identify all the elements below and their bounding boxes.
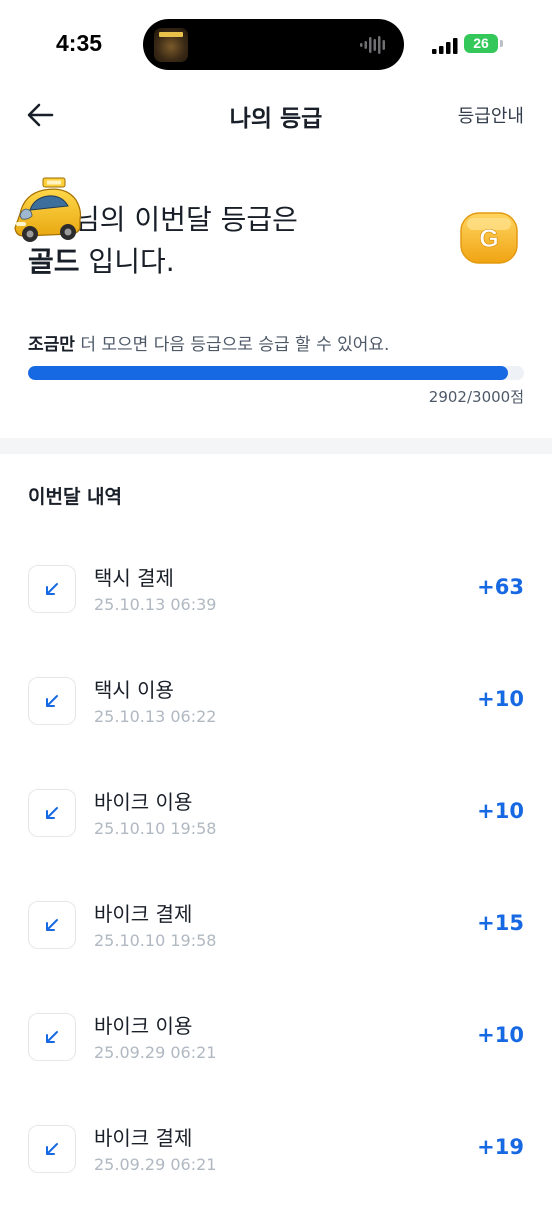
list-item-title: 바이크 이용 (94, 790, 193, 814)
dynamic-island (143, 19, 404, 70)
list-item-date: 25.10.13 06:39 (94, 595, 217, 614)
list-item[interactable]: 택시 결제 25.10.13 06:39 +63 (0, 533, 552, 645)
list-item[interactable]: 바이크 결제 25.10.10 19:58 +15 (0, 869, 552, 981)
list-item-points: +19 (477, 1135, 524, 1159)
grade-progress-bar (28, 366, 524, 380)
progress-emphasis: 조금만 (28, 335, 75, 355)
progress-message: 조금만 더 모으면 다음 등급으로 승급 할 수 있어요. (28, 330, 389, 355)
arrow-down-left-icon (28, 565, 76, 613)
list-item-title: 택시 이용 (94, 678, 174, 702)
list-item-points: +10 (477, 687, 524, 711)
audio-waveform-icon (360, 36, 385, 54)
app-header: 나의 등급 등급안내 (0, 90, 552, 140)
battery-level: 26 (464, 34, 498, 53)
list-item-points: +15 (477, 911, 524, 935)
list-item[interactable]: 바이크 결제 25.09.29 06:21 +19 (0, 1093, 552, 1205)
list-item-date: 25.09.29 06:21 (94, 1043, 217, 1062)
battery-icon (500, 40, 503, 47)
cellular-signal-icon (432, 38, 458, 54)
list-item-date: 25.10.13 06:22 (94, 707, 217, 726)
grade-summary: 님의 이번달 등급은 골드 입니다. G 조금만 더 모으면 다음 등급으로 승… (0, 170, 552, 430)
list-item-title: 바이크 결제 (94, 1126, 193, 1150)
progress-message-text: 더 모으면 다음 등급으로 승급 할 수 있어요. (74, 335, 390, 355)
grade-heading-text: 님의 이번달 등급은 (74, 203, 298, 236)
grade-name: 골드 (28, 245, 80, 278)
arrow-down-left-icon (28, 677, 76, 725)
progress-count: 2902/3000점 (428, 388, 524, 406)
taxi-icon (14, 177, 82, 242)
list-item-title: 바이크 결제 (94, 902, 193, 926)
gold-badge-letter: G (479, 225, 498, 253)
grade-guide-link[interactable]: 등급안내 (458, 102, 524, 128)
now-playing-artwork (154, 28, 188, 62)
arrow-down-left-icon (28, 901, 76, 949)
list-item-points: +10 (477, 799, 524, 823)
arrow-down-left-icon (28, 1125, 76, 1173)
list-item-date: 25.10.10 19:58 (94, 819, 217, 838)
arrow-down-left-icon (28, 1013, 76, 1061)
history-title: 이번달 내역 (28, 486, 123, 508)
list-item[interactable]: 바이크 이용 25.09.29 06:21 +10 (0, 981, 552, 1093)
arrow-down-left-icon (28, 789, 76, 837)
list-item[interactable]: 바이크 이용 25.10.10 19:58 +10 (0, 757, 552, 869)
status-bar: 4:35 26 (0, 0, 552, 90)
list-item-date: 25.09.29 06:21 (94, 1155, 217, 1174)
list-item-title: 바이크 이용 (94, 1014, 193, 1038)
list-item-date: 25.10.10 19:58 (94, 931, 217, 950)
grade-result: 골드 입니다. (28, 240, 175, 280)
list-item-title: 택시 결제 (94, 566, 174, 590)
history-list: 택시 결제 25.10.13 06:39 +63 택시 이용 25.10.13 … (0, 533, 552, 1205)
list-item-points: +10 (477, 1023, 524, 1047)
grade-progress-fill (28, 366, 508, 380)
status-time: 4:35 (56, 30, 103, 56)
list-item[interactable]: 택시 이용 25.10.13 06:22 +10 (0, 645, 552, 757)
section-divider (0, 438, 552, 454)
gold-badge-icon: G (460, 212, 518, 264)
grade-suffix: 입니다. (79, 245, 175, 278)
list-item-points: +63 (477, 575, 524, 599)
